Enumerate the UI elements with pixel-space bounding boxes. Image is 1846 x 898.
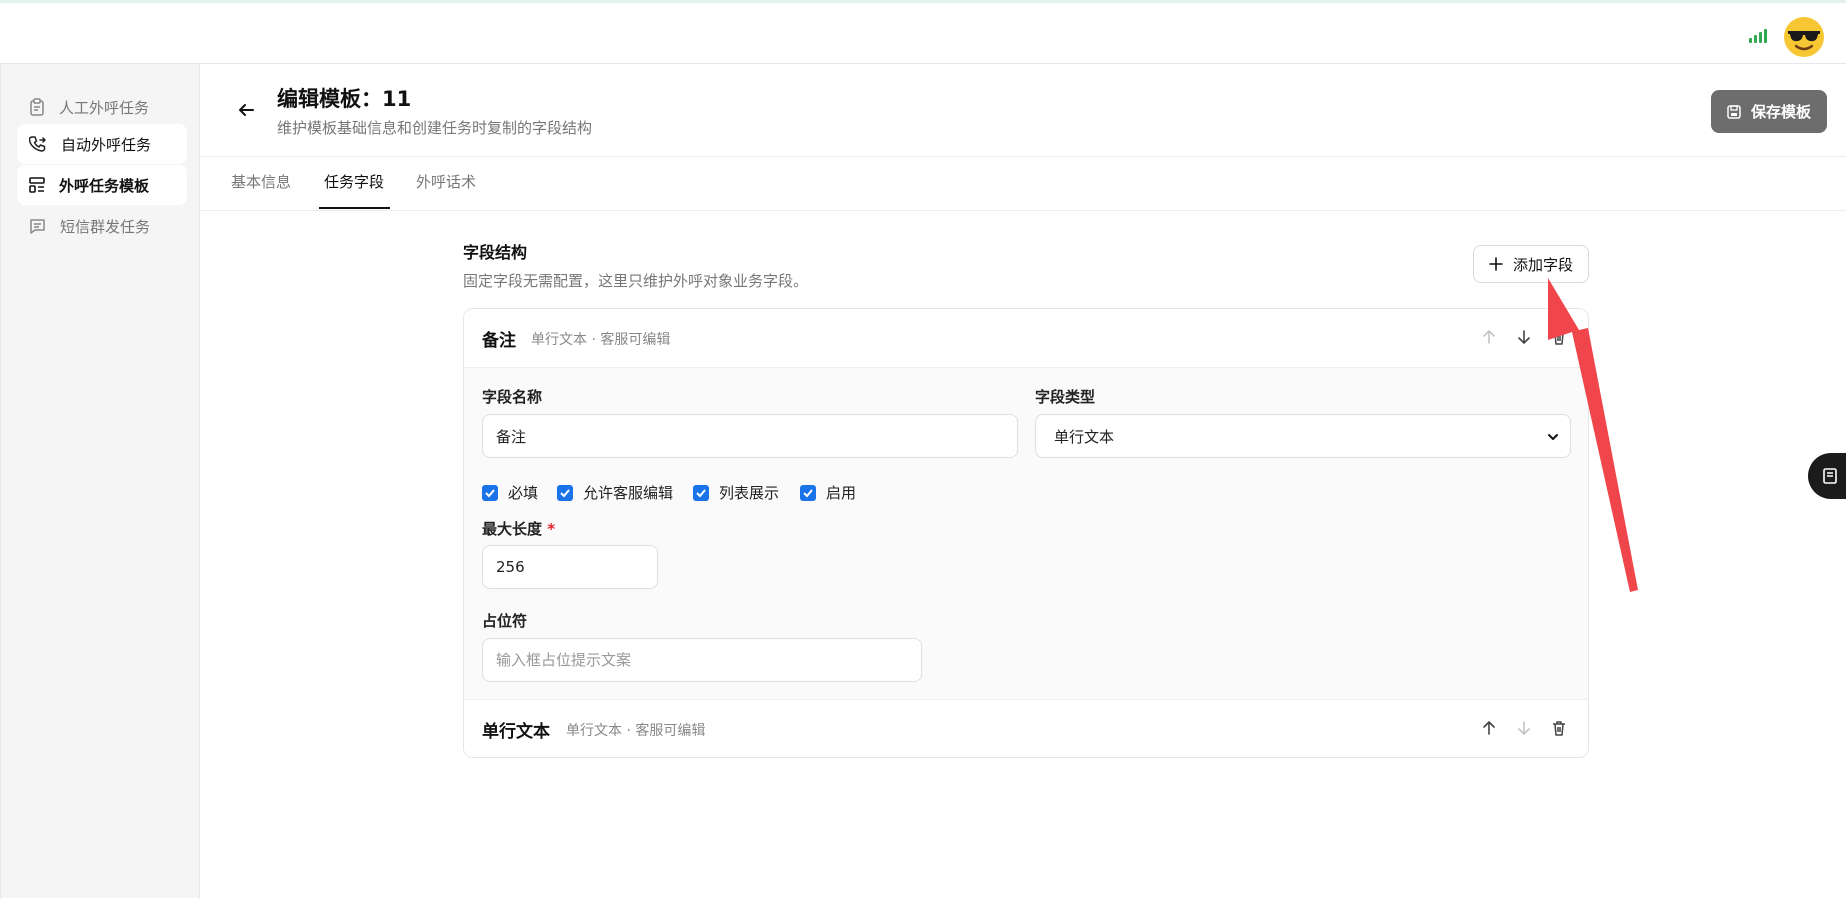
agent-editable-checkbox[interactable]: 允许客服编辑: [557, 482, 673, 503]
sidebar-item-label: 自动外呼任务: [61, 135, 152, 154]
clipboard-icon: [30, 98, 44, 116]
page-title: 编辑模板：11: [277, 87, 412, 111]
checkbox-label: 必填: [508, 484, 539, 502]
sidebar: 人工外呼任务 自动外呼任务 外呼任务模板 短信群发任务: [0, 64, 200, 898]
list-display-checkbox[interactable]: 列表展示: [693, 482, 779, 503]
message-icon: [30, 218, 45, 234]
chevron-down-icon: [1548, 434, 1558, 440]
move-down-icon[interactable]: [1515, 719, 1533, 737]
required-mark: *: [547, 520, 556, 538]
field-name-input[interactable]: [482, 414, 1018, 458]
avatar[interactable]: [1783, 16, 1825, 58]
field-type-label: 字段类型: [1035, 388, 1096, 406]
add-field-label: 添加字段: [1512, 255, 1573, 274]
sidebar-item-auto-call[interactable]: 自动外呼任务: [17, 124, 187, 164]
sidebar-item-label: 外呼任务模板: [59, 176, 150, 195]
save-button-label: 保存模板: [1750, 103, 1811, 121]
divider: [200, 210, 1846, 211]
placeholder-input[interactable]: [482, 638, 922, 682]
floating-help-tab[interactable]: [1808, 453, 1846, 499]
save-icon: [1727, 104, 1741, 119]
trash-icon[interactable]: [1550, 328, 1568, 346]
sidebar-item-label: 短信群发任务: [60, 217, 151, 236]
trash-icon[interactable]: [1550, 719, 1568, 737]
move-up-icon[interactable]: [1480, 328, 1498, 346]
move-down-icon[interactable]: [1515, 328, 1533, 346]
phone-forward-icon: [29, 136, 47, 152]
field-name: 备注: [482, 331, 516, 351]
sidebar-item-sms-task[interactable]: 短信群发任务: [17, 206, 187, 246]
required-checkbox[interactable]: 必填: [482, 482, 538, 503]
field-meta: 单行文本 · 客服可编辑: [531, 332, 671, 348]
field-type-value: 单行文本: [1054, 427, 1115, 446]
sidebar-item-label: 人工外呼任务: [59, 98, 150, 117]
sidebar-item-call-template[interactable]: 外呼任务模板: [17, 165, 187, 205]
section-title: 字段结构: [463, 243, 528, 262]
field-editor: 字段名称 字段类型 单行文本 必填 允许客服编辑 列表展示 启用 最大长度 * …: [464, 367, 1588, 700]
template-icon: [29, 177, 45, 193]
max-length-label-text: 最大长度: [482, 520, 543, 538]
checkbox-checked-icon: [693, 484, 709, 501]
section-subtitle: 固定字段无需配置，这里只维护外呼对象业务字段。: [463, 272, 809, 290]
divider: [200, 156, 1846, 157]
book-icon: [1823, 468, 1837, 484]
page-subtitle: 维护模板基础信息和创建任务时复制的字段结构: [277, 119, 593, 137]
top-bar: [0, 0, 1846, 64]
back-arrow-icon[interactable]: [236, 100, 256, 120]
field-name: 单行文本: [482, 722, 550, 742]
add-field-button[interactable]: 添加字段: [1473, 245, 1589, 283]
field-name-label: 字段名称: [482, 388, 543, 406]
field-meta: 单行文本 · 客服可编辑: [566, 723, 706, 739]
active-tab-indicator: [319, 207, 390, 209]
signal-strength-icon: [1749, 27, 1767, 43]
checkbox-label: 列表展示: [719, 484, 780, 502]
checkbox-label: 启用: [826, 484, 857, 502]
checkbox-checked-icon: [800, 484, 816, 501]
tab-call-script[interactable]: 外呼话术: [416, 171, 476, 192]
sidebar-item-manual-call[interactable]: 人工外呼任务: [17, 87, 187, 127]
enabled-checkbox[interactable]: 启用: [800, 482, 856, 503]
move-up-icon[interactable]: [1480, 719, 1498, 737]
checkbox-label: 允许客服编辑: [583, 484, 674, 502]
tab-task-fields[interactable]: 任务字段: [324, 171, 384, 192]
save-template-button[interactable]: 保存模板: [1711, 90, 1827, 133]
field-list: 备注 单行文本 · 客服可编辑 字段名称 字段类型 单行文本 必填 允许客服编辑…: [463, 308, 1589, 758]
checkbox-checked-icon: [557, 484, 573, 501]
placeholder-label: 占位符: [482, 612, 528, 630]
plus-icon: [1489, 257, 1503, 271]
field-row[interactable]: 单行文本 单行文本 · 客服可编辑: [464, 700, 1588, 757]
checkbox-checked-icon: [482, 484, 498, 501]
field-type-select[interactable]: 单行文本: [1035, 414, 1571, 458]
field-row[interactable]: 备注 单行文本 · 客服可编辑: [464, 309, 1588, 367]
tab-basic-info[interactable]: 基本信息: [231, 171, 291, 192]
max-length-input[interactable]: [482, 545, 658, 589]
max-length-label: 最大长度 *: [482, 518, 555, 539]
